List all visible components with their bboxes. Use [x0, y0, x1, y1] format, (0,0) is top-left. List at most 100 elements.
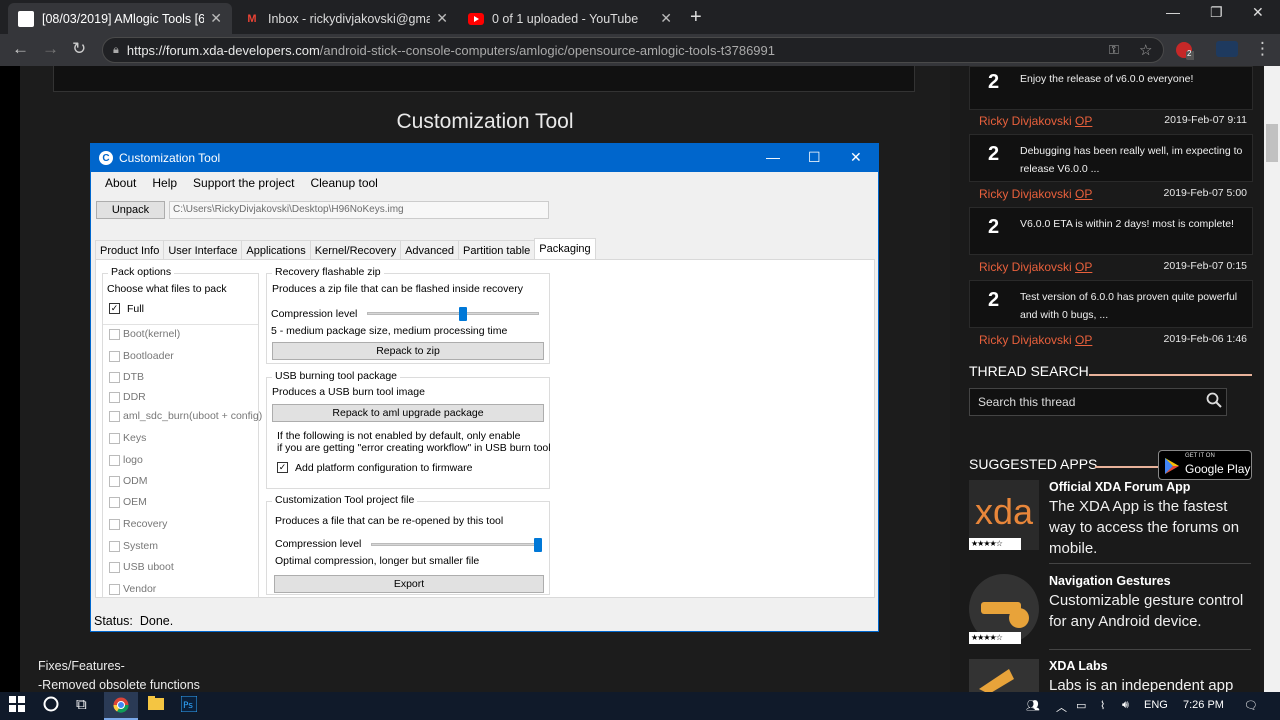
slider-thumb[interactable]: [534, 538, 542, 552]
clock-time[interactable]: 7:26 PM: [1183, 699, 1224, 711]
pack-item-checkbox[interactable]: [109, 329, 120, 340]
address-bar[interactable]: 🔒︎ https://forum.xda-developers.com/andr…: [102, 37, 1164, 63]
app-close-icon[interactable]: ✕: [850, 149, 862, 166]
search-icon[interactable]: [1206, 392, 1222, 412]
pack-item-checkbox[interactable]: [109, 455, 120, 466]
pack-item-checkbox[interactable]: [109, 562, 120, 573]
browser-tab-gmail[interactable]: M Inbox - rickydivjakovski@gmail.c ✕: [234, 3, 458, 34]
pack-item-checkbox[interactable]: [109, 584, 120, 595]
chrome-taskbar-icon[interactable]: [104, 692, 138, 720]
pack-item-label: Recovery: [123, 518, 168, 530]
tab-packaging[interactable]: Packaging: [534, 238, 596, 260]
pack-item-checkbox[interactable]: [109, 392, 120, 403]
post-summary[interactable]: 2 Debugging has been really well, im exp…: [969, 134, 1253, 182]
app-maximize-icon[interactable]: ☐: [808, 149, 821, 166]
tab-user-interface[interactable]: User Interface: [163, 240, 243, 260]
maximize-icon[interactable]: ❐: [1210, 4, 1223, 21]
input-language[interactable]: ENG: [1144, 699, 1168, 711]
app-title: Customization Tool: [119, 151, 221, 165]
menu-help[interactable]: Help: [152, 176, 177, 190]
op-link[interactable]: OP: [1075, 260, 1092, 274]
forward-icon[interactable]: →: [42, 39, 59, 59]
recovery-compression-slider[interactable]: [367, 307, 539, 321]
export-button[interactable]: Export: [274, 575, 544, 593]
pack-item-checkbox[interactable]: [109, 541, 120, 552]
project-file-group: Customization Tool project file Produces…: [266, 494, 550, 595]
windows-start-icon[interactable]: [9, 696, 25, 716]
minimize-icon[interactable]: —: [1166, 4, 1180, 20]
notifications-icon[interactable]: 🗨︎: [1244, 699, 1258, 712]
task-view-icon[interactable]: ⧉: [76, 696, 87, 713]
browser-tab-youtube[interactable]: 0 of 1 uploaded - YouTube ✕: [458, 3, 682, 34]
image-path-field[interactable]: C:\Users\RickyDivjakovski\Desktop\H96NoK…: [169, 201, 549, 219]
suggested-app[interactable]: XDA Labs Labs is an independent app: [969, 659, 1251, 692]
close-tab-icon[interactable]: ✕: [436, 10, 448, 27]
tab-kernel-recovery[interactable]: Kernel/Recovery: [309, 240, 402, 260]
gmail-icon: M: [247, 12, 257, 25]
usb-note-1: If the following is not enabled by defau…: [277, 430, 521, 442]
repack-zip-button[interactable]: Repack to zip: [272, 342, 544, 360]
post-author[interactable]: Ricky Divjakovski: [979, 333, 1072, 347]
suggested-app[interactable]: ★★★★☆ Navigation Gestures Customizable g…: [969, 574, 1251, 646]
network-icon[interactable]: ⌇: [1100, 699, 1105, 712]
extension-icon[interactable]: 2: [1174, 40, 1195, 65]
profile-icon[interactable]: [1216, 41, 1238, 62]
platform-config-checkbox[interactable]: ✓: [277, 462, 288, 473]
project-compression-slider[interactable]: [371, 538, 542, 552]
cortana-icon[interactable]: [43, 696, 59, 716]
suggested-app[interactable]: xda ★★★★☆ Official XDA Forum App The XDA…: [969, 480, 1251, 558]
op-link[interactable]: OP: [1075, 187, 1092, 201]
op-link[interactable]: OP: [1075, 114, 1092, 128]
repack-aml-button[interactable]: Repack to aml upgrade package: [272, 404, 544, 422]
unpack-button[interactable]: Unpack: [96, 201, 165, 219]
people-icon[interactable]: 👥︎: [1026, 699, 1040, 712]
menu-about[interactable]: About: [105, 176, 136, 190]
pack-item-checkbox[interactable]: [109, 351, 120, 362]
post-author[interactable]: Ricky Divjakovski: [979, 187, 1072, 201]
menu-support[interactable]: Support the project: [193, 176, 294, 190]
scrollbar-thumb[interactable]: [1266, 124, 1278, 162]
app-name[interactable]: Navigation Gestures: [1049, 574, 1171, 588]
full-checkbox[interactable]: ✓: [109, 303, 120, 314]
app-name[interactable]: XDA Labs: [1049, 659, 1108, 673]
post-summary[interactable]: 2 V6.0.0 ETA is within 2 days! most is c…: [969, 207, 1253, 255]
recovery-zip-label: Recovery flashable zip: [272, 266, 384, 278]
tab-applications[interactable]: Applications: [241, 240, 311, 260]
extension-badge: 2: [1187, 49, 1192, 58]
volume-icon[interactable]: 🔊︎: [1122, 699, 1129, 712]
pack-item-checkbox[interactable]: [109, 433, 120, 444]
close-window-icon[interactable]: ✕: [1252, 4, 1264, 21]
pack-item-checkbox[interactable]: [109, 519, 120, 530]
tab-product-info[interactable]: Product Info: [95, 240, 165, 260]
app-name[interactable]: Official XDA Forum App: [1049, 480, 1190, 494]
reload-icon[interactable]: ↻: [72, 39, 86, 59]
photoshop-icon[interactable]: Ps: [180, 695, 198, 716]
menu-icon[interactable]: ⋮: [1254, 39, 1271, 59]
google-play-badge[interactable]: GET IT ON Google Play: [1158, 450, 1252, 480]
back-icon[interactable]: ←: [12, 39, 29, 59]
file-explorer-icon[interactable]: [148, 696, 164, 714]
star-icon[interactable]: ☆: [1139, 41, 1152, 59]
menu-cleanup[interactable]: Cleanup tool: [310, 176, 377, 190]
tab-advanced[interactable]: Advanced: [400, 240, 460, 260]
pack-item-checkbox[interactable]: [109, 411, 120, 422]
thread-search-input[interactable]: Search this thread: [969, 388, 1227, 416]
post-author[interactable]: Ricky Divjakovski: [979, 260, 1072, 274]
slider-thumb[interactable]: [459, 307, 467, 321]
browser-tab-xda[interactable]: [08/03/2019] AMlogic Tools [6.0. ✕: [8, 3, 232, 34]
app-minimize-icon[interactable]: —: [766, 149, 780, 165]
close-tab-icon[interactable]: ✕: [660, 10, 672, 27]
new-tab-icon[interactable]: +: [690, 6, 702, 29]
tab-partition-table[interactable]: Partition table: [458, 240, 536, 260]
op-link[interactable]: OP: [1075, 333, 1092, 347]
pack-item-checkbox[interactable]: [109, 372, 120, 383]
post-summary[interactable]: 2 Enjoy the release of v6.0.0 everyone!: [969, 66, 1253, 110]
compression-label: Compression level: [275, 538, 362, 550]
pack-item-checkbox[interactable]: [109, 497, 120, 508]
key-icon[interactable]: ⚿: [1109, 42, 1119, 58]
close-tab-icon[interactable]: ✕: [210, 10, 222, 27]
tray-chevron-icon[interactable]: ︿: [1056, 699, 1067, 715]
post-summary[interactable]: 2 Test version of 6.0.0 has proven quite…: [969, 280, 1253, 328]
post-author[interactable]: Ricky Divjakovski: [979, 114, 1072, 128]
pack-item-checkbox[interactable]: [109, 476, 120, 487]
